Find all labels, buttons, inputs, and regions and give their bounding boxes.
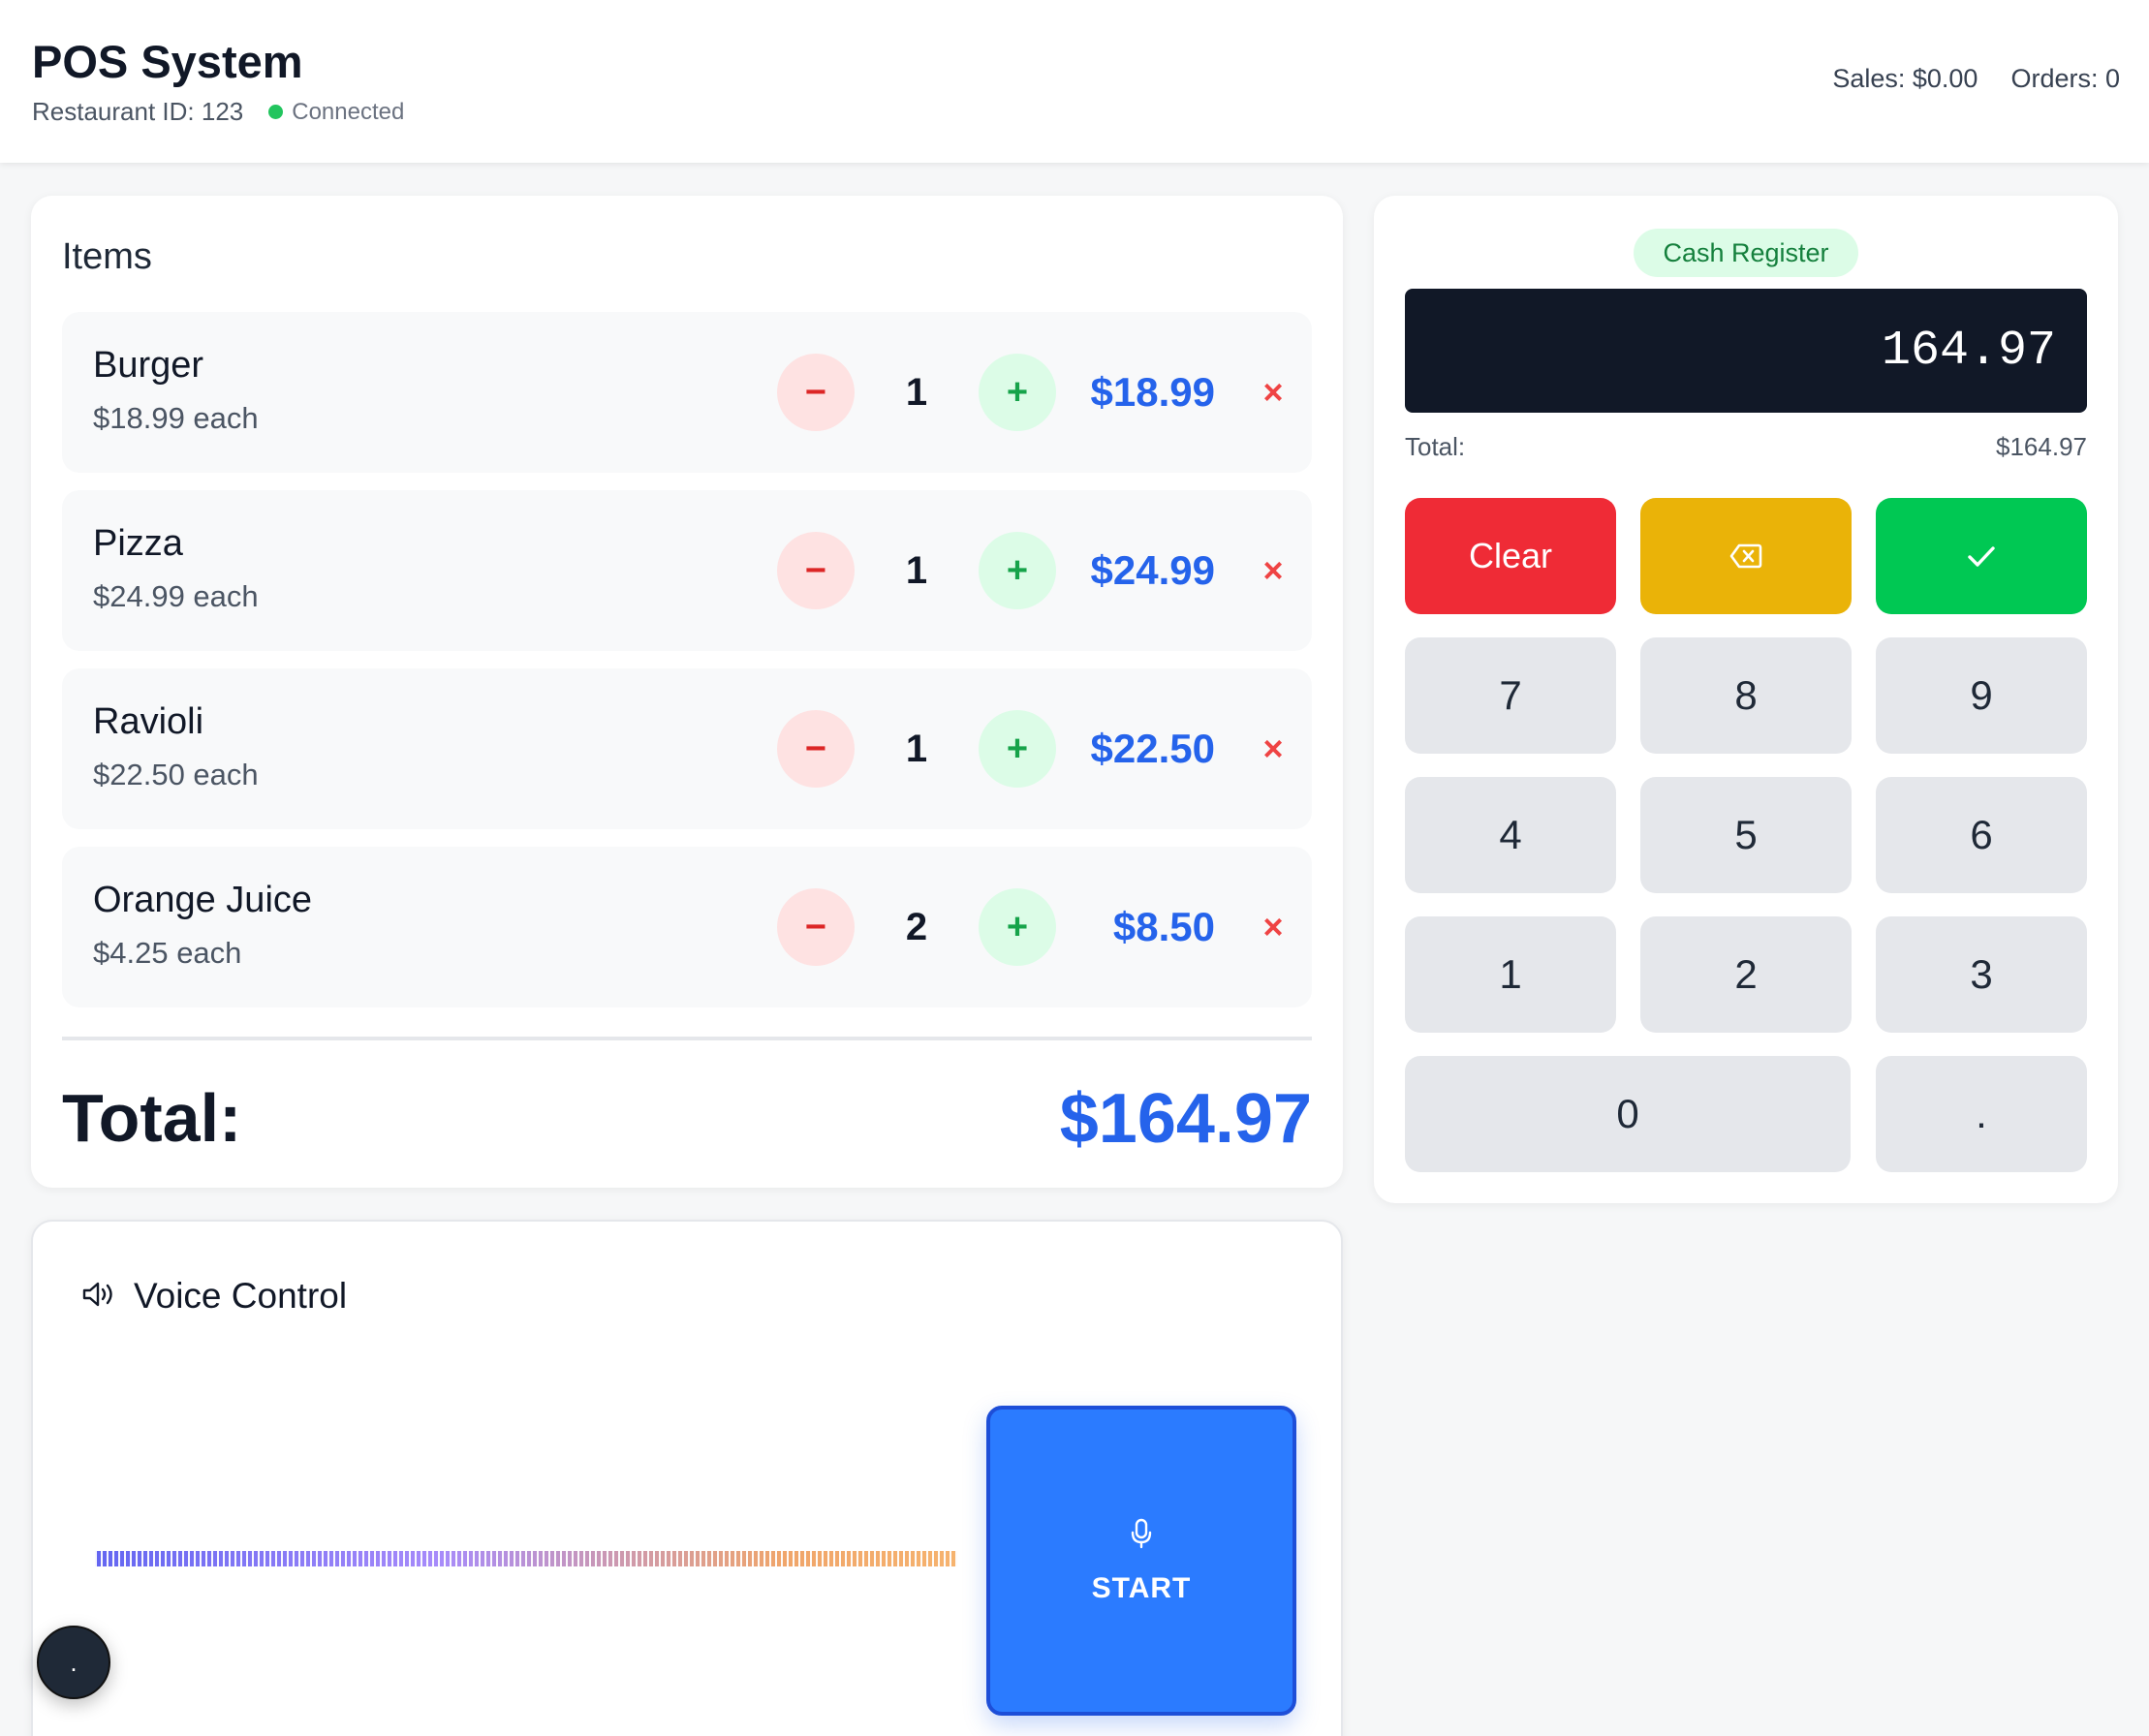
decrease-quantity-button[interactable]: − (777, 710, 855, 788)
app-header: POS System Restaurant ID: 123 Connected … (0, 0, 2149, 163)
item-name: Orange Juice (93, 880, 313, 920)
confirm-button[interactable] (1876, 498, 2087, 614)
item-unit-price: $4.25 each (93, 936, 242, 970)
cash-register-card: Cash Register 164.97 Total: $164.97 Clea… (1374, 196, 2118, 1203)
item-row-pizza: Pizza $24.99 each − 1 + $24.99 × (62, 490, 1312, 651)
item-name: Ravioli (93, 701, 204, 742)
item-line-total: $24.99 (1090, 547, 1215, 593)
voice-control-card: Voice Control START (31, 1220, 1343, 1736)
decrease-quantity-button[interactable]: − (777, 888, 855, 966)
key-0[interactable]: 0 (1405, 1056, 1851, 1172)
speaker-icon (81, 1280, 118, 1314)
voice-control-header: Voice Control (81, 1276, 347, 1317)
item-row-burger: Burger $18.99 each − 1 + $18.99 × (62, 312, 1312, 473)
decrease-quantity-button[interactable]: − (777, 354, 855, 431)
floating-action-button[interactable]: . (37, 1626, 110, 1699)
key-1[interactable]: 1 (1405, 916, 1616, 1033)
audio-waveform (95, 1551, 957, 1566)
item-row-ravioli: Ravioli $22.50 each − 1 + $22.50 × (62, 668, 1312, 829)
restaurant-id: Restaurant ID: 123 (32, 97, 244, 126)
increase-quantity-button[interactable]: + (979, 888, 1056, 966)
item-quantity: 2 (905, 905, 928, 948)
increase-quantity-button[interactable]: + (979, 354, 1056, 431)
item-controls: − 1 + $22.50 × (777, 709, 1287, 789)
start-voice-button[interactable]: START (986, 1406, 1296, 1716)
order-total-label: Total: (62, 1080, 242, 1156)
item-controls: − 2 + $8.50 × (777, 887, 1287, 967)
item-row-orange-juice: Orange Juice $4.25 each − 2 + $8.50 × (62, 847, 1312, 1008)
key-3[interactable]: 3 (1876, 916, 2087, 1033)
register-total-value: $164.97 (1996, 432, 2087, 461)
item-unit-price: $18.99 each (93, 401, 259, 435)
backspace-icon (1729, 533, 1762, 579)
connection-status: Connected (292, 98, 405, 125)
key-9[interactable]: 9 (1876, 637, 2087, 754)
item-controls: − 1 + $24.99 × (777, 531, 1287, 610)
total-divider (62, 1037, 1312, 1040)
item-quantity: 1 (905, 727, 928, 770)
increase-quantity-button[interactable]: + (979, 710, 1056, 788)
item-line-total: $18.99 (1090, 369, 1215, 415)
remove-item-icon[interactable]: × (1260, 728, 1287, 769)
header-subline: Restaurant ID: 123 Connected (32, 97, 404, 127)
connection-status-dot (268, 105, 284, 119)
app-title: POS System (32, 36, 303, 87)
sales-stat: Sales: $0.00 (1832, 64, 1978, 93)
item-quantity: 1 (905, 548, 928, 592)
items-heading: Items (62, 236, 152, 277)
key-decimal[interactable]: . (1876, 1056, 2087, 1172)
item-controls: − 1 + $18.99 × (777, 353, 1287, 432)
increase-quantity-button[interactable]: + (979, 532, 1056, 609)
microphone-icon (1128, 1517, 1155, 1553)
start-voice-label: START (1091, 1571, 1192, 1604)
item-quantity: 1 (905, 370, 928, 414)
key-6[interactable]: 6 (1876, 777, 2087, 893)
item-line-total: $8.50 (1112, 904, 1215, 949)
item-name: Pizza (93, 523, 183, 564)
key-2[interactable]: 2 (1640, 916, 1852, 1033)
check-icon (1966, 533, 1997, 579)
remove-item-icon[interactable]: × (1260, 372, 1287, 413)
cash-register-badge: Cash Register (1634, 229, 1858, 277)
voice-control-title: Voice Control (134, 1276, 348, 1316)
key-5[interactable]: 5 (1640, 777, 1852, 893)
backspace-button[interactable] (1640, 498, 1852, 614)
orders-stat: Orders: 0 (2010, 64, 2120, 93)
decrease-quantity-button[interactable]: − (777, 532, 855, 609)
key-4[interactable]: 4 (1405, 777, 1616, 893)
item-name: Burger (93, 345, 204, 386)
remove-item-icon[interactable]: × (1260, 907, 1287, 947)
order-total-value: $164.97 (1059, 1080, 1312, 1158)
register-total-label: Total: (1405, 432, 1466, 461)
key-8[interactable]: 8 (1640, 637, 1852, 754)
clear-button[interactable]: Clear (1405, 498, 1616, 614)
remove-item-icon[interactable]: × (1260, 550, 1287, 591)
key-7[interactable]: 7 (1405, 637, 1616, 754)
register-display: 164.97 (1405, 289, 2087, 413)
item-unit-price: $22.50 each (93, 758, 259, 791)
header-stats: Sales: $0.00 Orders: 0 (1832, 64, 2120, 94)
item-unit-price: $24.99 each (93, 579, 259, 613)
items-card: Items Burger $18.99 each − 1 + $18.99 × … (31, 196, 1343, 1188)
item-line-total: $22.50 (1090, 726, 1215, 771)
